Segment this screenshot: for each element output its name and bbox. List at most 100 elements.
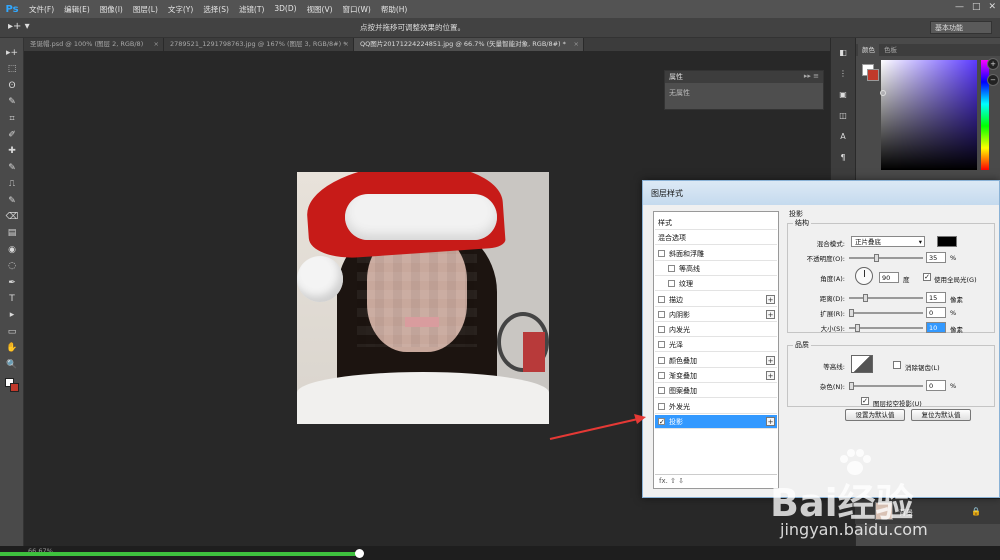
style-item[interactable]: 描边 + [655, 293, 777, 307]
size-slider[interactable] [849, 324, 923, 332]
background-color-swatch[interactable] [867, 69, 879, 81]
tool-icon[interactable]: ⎍ [4, 177, 20, 191]
tool-icon[interactable]: ʘ [4, 79, 20, 93]
color-picker-field[interactable] [881, 60, 977, 170]
add-icon[interactable]: + [766, 355, 775, 365]
tool-icon[interactable]: ✋ [4, 341, 20, 355]
add-icon[interactable]: + [766, 416, 775, 426]
spread-slider[interactable] [849, 309, 923, 317]
style-checkbox[interactable] [658, 310, 665, 318]
tool-icon[interactable]: T [4, 292, 20, 306]
style-checkbox[interactable] [658, 387, 665, 395]
reset-default-button[interactable]: 复位为默认值 [911, 409, 971, 421]
menu-item[interactable]: 文字(Y) [163, 4, 198, 15]
dock-panel-icon[interactable]: ⋮ [836, 67, 850, 79]
style-item[interactable]: 外发光 [655, 400, 777, 414]
tool-icon[interactable]: ✎ [4, 95, 20, 109]
tool-icon[interactable]: ⌫ [4, 210, 20, 224]
slider-thumb[interactable] [849, 309, 854, 317]
add-icon[interactable]: + [766, 371, 775, 380]
tool-icon[interactable]: ✒ [4, 276, 20, 290]
angle-dial[interactable] [855, 267, 873, 285]
style-checkbox[interactable] [658, 295, 665, 303]
slider-thumb[interactable] [863, 294, 868, 302]
style-checkbox[interactable] [658, 356, 665, 364]
menu-item[interactable]: 编辑(E) [59, 4, 95, 15]
style-checkbox[interactable]: ✓ [658, 417, 665, 425]
style-checkbox[interactable] [658, 326, 665, 334]
add-icon[interactable]: + [766, 294, 775, 304]
menu-item[interactable]: 图层(L) [128, 4, 163, 15]
style-item[interactable]: 颜色叠加 + [655, 354, 777, 368]
zoom-in-button[interactable]: + [987, 58, 999, 70]
tool-icon[interactable]: ▭ [4, 325, 20, 339]
tool-icon[interactable]: ✚ [4, 144, 20, 158]
video-progress-bar[interactable] [0, 552, 360, 556]
tool-icon[interactable]: ▤ [4, 226, 20, 240]
fg-bg-swatches[interactable] [5, 378, 19, 392]
close-icon[interactable]: × [154, 38, 159, 51]
style-item[interactable]: 渐变叠加 + [655, 369, 777, 383]
knockout-checkbox[interactable]: ✓ [861, 397, 869, 405]
tool-icon[interactable]: ✎ [4, 161, 20, 175]
menu-item[interactable]: 文件(F) [24, 4, 59, 15]
menu-item[interactable]: 视图(V) [302, 4, 338, 15]
style-item[interactable]: 混合选项 [655, 231, 777, 246]
dock-panel-icon[interactable]: ▣ [836, 88, 850, 100]
opacity-slider[interactable] [849, 254, 923, 262]
dock-panel-icon[interactable]: A [836, 130, 850, 142]
close-window-button[interactable]: ✕ [988, 2, 996, 12]
tab-color[interactable]: 颜色 [858, 44, 879, 56]
menu-item[interactable]: 滤镜(T) [234, 4, 269, 15]
tab-document-1[interactable]: 圣诞帽.psd @ 100% (图层 2, RGB/8) × [24, 38, 164, 51]
style-item[interactable]: 内阴影 + [655, 308, 777, 322]
opacity-input[interactable]: 35 [926, 252, 946, 263]
style-item[interactable]: 光泽 [655, 338, 777, 353]
noise-slider[interactable] [849, 382, 923, 390]
dock-panel-icon[interactable]: ¶ [836, 151, 850, 163]
close-icon[interactable]: × [574, 38, 579, 51]
menu-item[interactable]: 3D(D) [269, 4, 301, 15]
spread-input[interactable]: 0 [926, 307, 946, 318]
panel-menu-icon[interactable]: ▸▸ ≡ [804, 72, 819, 80]
close-icon[interactable]: × [344, 38, 349, 51]
noise-input[interactable]: 0 [926, 380, 946, 391]
style-item[interactable]: 等高线 [655, 262, 777, 276]
distance-slider[interactable] [849, 294, 923, 302]
menu-item[interactable]: 选择(S) [198, 4, 234, 15]
dock-panel-icon[interactable]: ◧ [836, 46, 850, 58]
canvas-image[interactable] [297, 172, 549, 424]
minimize-button[interactable]: — [955, 2, 964, 12]
global-light-checkbox[interactable]: ✓ [923, 273, 931, 281]
tab-document-2[interactable]: 2789521_1291798763.jpg @ 167% (图层 3, RGB… [164, 38, 354, 51]
tab-swatches[interactable]: 色板 [880, 44, 901, 56]
tool-icon[interactable]: ⬚ [4, 62, 20, 76]
style-checkbox[interactable] [658, 341, 665, 349]
antialias-checkbox[interactable] [893, 361, 901, 369]
dialog-titlebar[interactable]: 图层样式 [643, 181, 999, 205]
fx-icon[interactable]: fx. ⇧ ⇩ [659, 477, 684, 485]
color-picker-cursor[interactable] [880, 90, 886, 96]
tool-icon[interactable]: ◉ [4, 243, 20, 257]
style-item[interactable]: 内发光 [655, 323, 777, 338]
properties-title[interactable]: 属性 [669, 72, 683, 82]
tool-icon[interactable]: ✎ [4, 194, 20, 208]
tool-icon[interactable]: ▸+ [4, 46, 20, 60]
tool-icon[interactable]: ▸ [4, 308, 20, 322]
move-tool-preset[interactable]: ▸+ ▾ [8, 21, 36, 35]
style-item[interactable]: 纹理 [655, 277, 777, 292]
angle-input[interactable]: 90 [879, 272, 899, 283]
style-item[interactable]: ✓ 投影 + [655, 414, 777, 429]
add-icon[interactable]: + [766, 309, 775, 319]
style-checkbox[interactable] [658, 249, 665, 257]
maximize-button[interactable]: □ [972, 2, 981, 12]
slider-thumb[interactable] [855, 324, 860, 332]
style-checkbox[interactable] [668, 264, 675, 272]
contour-picker[interactable] [851, 355, 873, 373]
style-item[interactable]: 样式 [655, 216, 777, 230]
tool-icon[interactable]: ✐ [4, 128, 20, 142]
size-input[interactable]: 10 [926, 322, 946, 333]
dock-panel-icon[interactable]: ◫ [836, 109, 850, 121]
tab-document-3[interactable]: QQ图片20171224224851.jpg @ 66.7% (矢量智能对象, … [354, 38, 584, 51]
slider-thumb[interactable] [849, 382, 854, 390]
